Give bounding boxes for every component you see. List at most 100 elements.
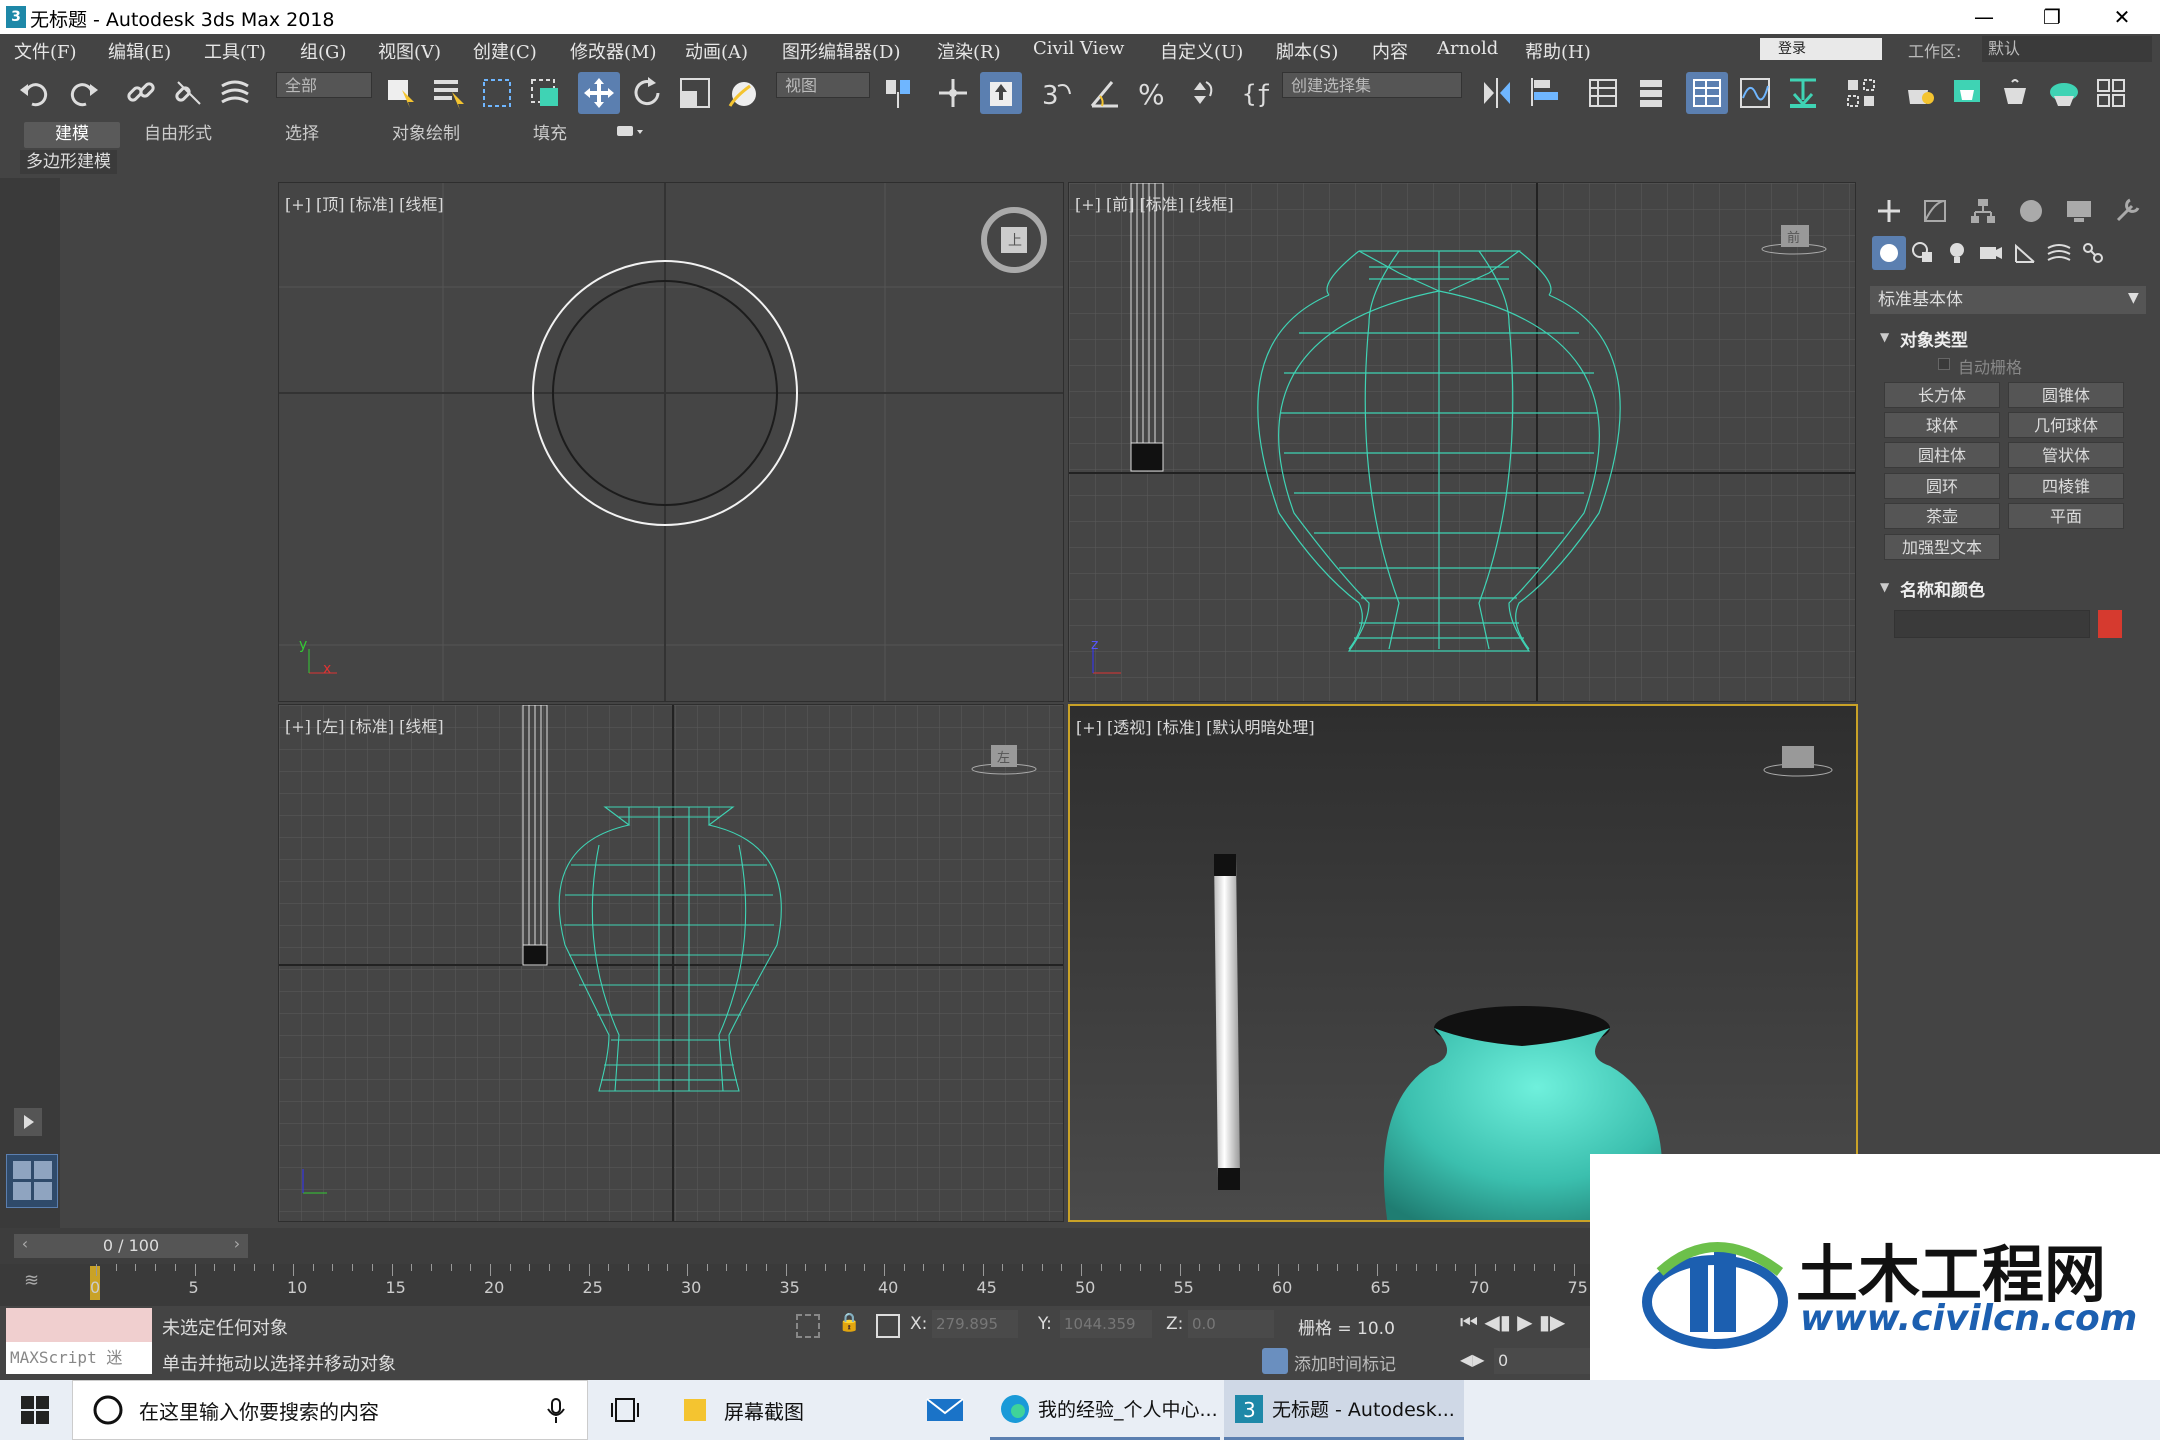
time-config-icon[interactable]: ◀▶ xyxy=(1460,1350,1490,1374)
rollout-collapse-icon[interactable]: ▼ xyxy=(1880,580,1889,594)
space-warps-icon[interactable] xyxy=(2042,236,2076,270)
ribbon-options-icon[interactable] xyxy=(612,122,648,148)
menu-scripting[interactable]: 脚本(S) xyxy=(1276,38,1338,64)
viewport-top[interactable]: [+] [顶] [标准] [线框] 上 y x xyxy=(278,182,1064,702)
absolute-mode-icon[interactable] xyxy=(876,1314,900,1338)
current-frame-field[interactable]: 0 xyxy=(1494,1348,1590,1374)
menu-group[interactable]: 组(G) xyxy=(300,38,346,64)
expand-layout-icon[interactable] xyxy=(14,1108,42,1136)
geosphere-button[interactable]: 几何球体 xyxy=(2008,412,2124,438)
geometry-icon[interactable] xyxy=(1872,236,1906,270)
keyboard-shortcut-override-icon[interactable] xyxy=(980,72,1022,114)
time-tag-icon[interactable] xyxy=(1262,1348,1288,1374)
edit-named-selection-icon[interactable]: {ƒ xyxy=(1236,72,1278,114)
render-in-cloud-icon[interactable] xyxy=(2042,72,2084,114)
x-coordinate-field[interactable]: 279.895 xyxy=(932,1310,1018,1338)
time-slider[interactable]: 0 / 100 xyxy=(36,1234,226,1258)
tab-populate[interactable]: 填充 xyxy=(502,122,598,148)
motion-tab-icon[interactable] xyxy=(2014,194,2048,228)
scene-explorer-icon[interactable] xyxy=(1582,72,1624,114)
autogrid-checkbox[interactable] xyxy=(1938,358,1950,370)
maxscript-listener-output[interactable] xyxy=(6,1308,152,1342)
a360-gallery-icon[interactable] xyxy=(2090,72,2132,114)
cylinder-button[interactable]: 圆柱体 xyxy=(1884,442,2000,468)
tab-selection[interactable]: 选择 xyxy=(254,122,350,148)
align-icon[interactable] xyxy=(1524,72,1566,114)
menu-create[interactable]: 创建(C) xyxy=(473,38,537,64)
menu-graph-editors[interactable]: 图形编辑器(D) xyxy=(782,38,900,64)
angle-snap-icon[interactable] xyxy=(1084,72,1126,114)
teapot-button[interactable]: 茶壶 xyxy=(1884,503,2000,529)
bind-spacewarp-icon[interactable] xyxy=(214,72,256,114)
menu-views[interactable]: 视图(V) xyxy=(378,38,441,64)
viewcube-top[interactable]: 上 xyxy=(979,205,1049,275)
prev-frame-icon[interactable]: ‹ xyxy=(14,1234,36,1258)
primitive-category-dropdown[interactable]: 标准基本体 xyxy=(1870,286,2146,314)
taskbar-edge-browser[interactable]: 我的经验_个人中心... xyxy=(990,1380,1220,1440)
close-button[interactable]: ✕ xyxy=(2090,0,2154,34)
display-tab-icon[interactable] xyxy=(2062,194,2096,228)
percent-snap-icon[interactable]: % xyxy=(1132,72,1174,114)
viewport-front-label[interactable]: [+] [前] [标准] [线框] xyxy=(1075,191,1234,215)
menu-arnold[interactable]: Arnold xyxy=(1437,38,1498,59)
tab-object-paint[interactable]: 对象绘制 xyxy=(376,122,476,148)
viewport-left-label[interactable]: [+] [左] [标准] [线框] xyxy=(285,713,444,737)
taskbar-screenshot-folder[interactable]: 屏幕截图 xyxy=(670,1380,890,1440)
textplus-button[interactable]: 加强型文本 xyxy=(1884,534,2000,560)
snaps-toggle-icon[interactable]: 3 xyxy=(1036,72,1078,114)
task-view-icon[interactable] xyxy=(600,1380,650,1440)
plane-button[interactable]: 平面 xyxy=(2008,503,2124,529)
cone-button[interactable]: 圆锥体 xyxy=(2008,382,2124,408)
layer-explorer-icon[interactable] xyxy=(1630,72,1672,114)
torus-button[interactable]: 圆环 xyxy=(1884,473,2000,499)
isolate-selection-icon[interactable] xyxy=(796,1314,820,1338)
menu-rendering[interactable]: 渲染(R) xyxy=(937,38,1001,64)
rollout-collapse-icon[interactable]: ▼ xyxy=(1880,330,1889,344)
object-name-input[interactable] xyxy=(1894,610,2090,638)
maxscript-mini-listener[interactable]: MAXScript 迷 xyxy=(6,1342,152,1374)
viewport-front[interactable]: [+] [前] [标准] [线框] 前 z xyxy=(1068,182,1856,702)
minimize-button[interactable]: — xyxy=(1952,0,2016,34)
mirror-icon[interactable] xyxy=(1476,72,1518,114)
rectangular-selection-icon[interactable] xyxy=(476,72,518,114)
spinner-snap-icon[interactable] xyxy=(1180,72,1222,114)
unlink-icon[interactable] xyxy=(168,72,210,114)
select-and-place-icon[interactable] xyxy=(722,72,764,114)
selection-filter-dropdown[interactable]: 全部 xyxy=(276,72,372,98)
track-bar[interactable]: ≋ 0 5 10 15 20 25 30 35 40 45 50 55 60 65 70 75 xyxy=(0,1264,1590,1306)
restore-button[interactable]: ❐ xyxy=(2020,0,2084,34)
link-icon[interactable] xyxy=(120,72,162,114)
menu-modifiers[interactable]: 修改器(M) xyxy=(570,38,656,64)
add-time-tag[interactable]: 添加时间标记 xyxy=(1294,1350,1396,1375)
name-and-color-title[interactable]: 名称和颜色 xyxy=(1900,576,1985,601)
next-frame-icon[interactable]: › xyxy=(226,1234,248,1258)
taskbar-search-box[interactable]: 在这里输入你要搜索的内容 xyxy=(72,1380,588,1440)
menu-civil-view[interactable]: Civil View xyxy=(1033,38,1124,59)
object-color-swatch[interactable] xyxy=(2098,610,2122,638)
undo-icon[interactable] xyxy=(14,72,56,114)
cylinder-shaded[interactable] xyxy=(1214,854,1240,1190)
tab-modeling[interactable]: 建模 xyxy=(24,122,120,148)
viewport-layout-four-icon[interactable] xyxy=(6,1154,58,1208)
viewcube-front[interactable]: 前 xyxy=(1759,219,1829,259)
menu-tools[interactable]: 工具(T) xyxy=(204,38,266,64)
rendered-frame-window-icon[interactable] xyxy=(1946,72,1988,114)
shapes-icon[interactable] xyxy=(1906,236,1940,270)
viewport-left[interactable]: [+] [左] [标准] [线框] 左 xyxy=(278,704,1064,1222)
y-coordinate-field[interactable]: 1044.359 xyxy=(1060,1310,1152,1338)
select-and-scale-icon[interactable] xyxy=(674,72,716,114)
redo-icon[interactable] xyxy=(62,72,104,114)
windows-start-icon[interactable] xyxy=(0,1380,70,1440)
select-and-rotate-icon[interactable] xyxy=(626,72,668,114)
playback-controls[interactable]: ⏮ ◀▮ ▶ ▮▶ xyxy=(1460,1310,1580,1338)
material-editor-icon[interactable] xyxy=(1840,72,1882,114)
curve-editor-icon[interactable] xyxy=(1734,72,1776,114)
menu-customize[interactable]: 自定义(U) xyxy=(1160,38,1243,64)
select-by-name-icon[interactable] xyxy=(428,72,470,114)
select-object-icon[interactable] xyxy=(380,72,422,114)
helpers-icon[interactable] xyxy=(2008,236,2042,270)
viewport-perspective[interactable]: [+] [透视] [标准] [默认明暗处理] xyxy=(1068,704,1858,1222)
tube-button[interactable]: 管状体 xyxy=(2008,442,2124,468)
pyramid-button[interactable]: 四棱锥 xyxy=(2008,473,2124,499)
menu-help[interactable]: 帮助(H) xyxy=(1525,38,1591,64)
